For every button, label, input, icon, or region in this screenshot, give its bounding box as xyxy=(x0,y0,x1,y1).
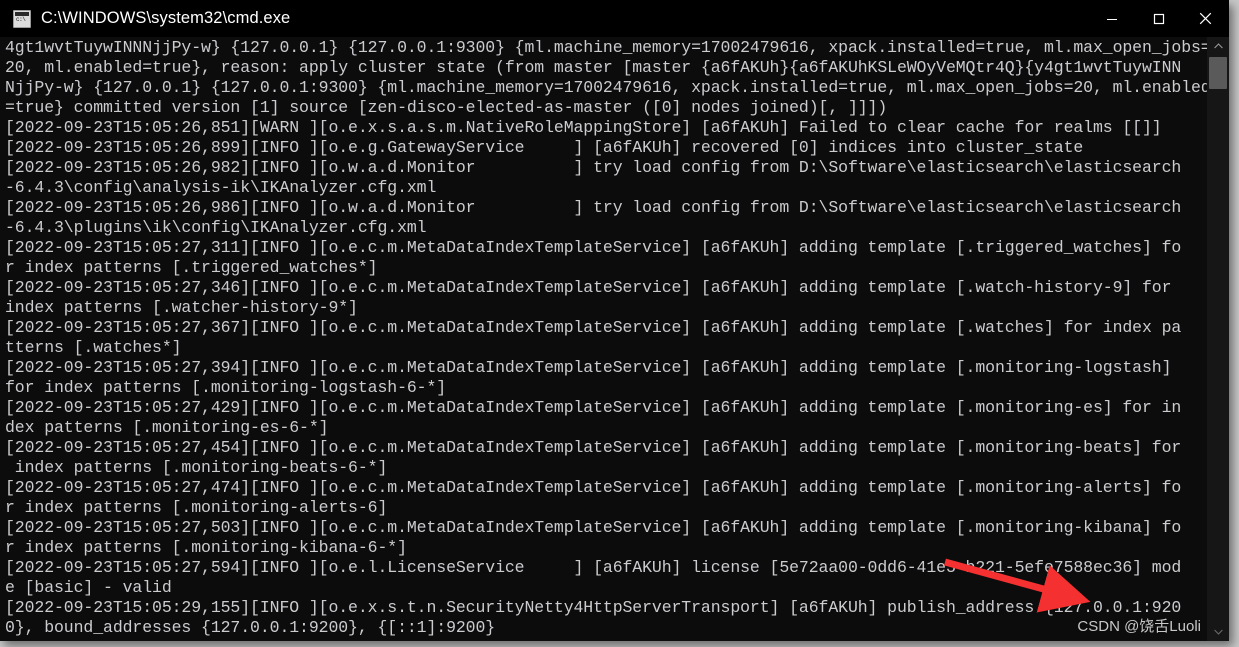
console-line: NjjPy-w} {127.0.0.1} {127.0.0.1:9300} {m… xyxy=(5,78,1211,97)
scroll-down-button[interactable] xyxy=(1207,623,1229,641)
console-line: 4gt1wvtTuywINNNjjPy-w} {127.0.0.1} {127.… xyxy=(5,38,1211,57)
console-line: [2022-09-23T15:05:27,346][INFO ][o.e.c.m… xyxy=(5,278,1172,297)
console-line: 0}, bound_addresses {127.0.0.1:9200}, {[… xyxy=(5,618,496,637)
console-line: 20, ml.enabled=true}, reason: apply clus… xyxy=(5,58,1182,77)
console-line: -6.4.3\plugins\ik\config\IKAnalyzer.cfg.… xyxy=(5,218,427,237)
watermark: CSDN @饶舌Luoli xyxy=(1077,618,1201,635)
scrollbar-thumb[interactable] xyxy=(1209,57,1227,89)
vertical-scrollbar[interactable] xyxy=(1207,37,1229,641)
console-line: tterns [.watches*] xyxy=(5,338,182,357)
console-line: [2022-09-23T15:05:27,503][INFO ][o.e.c.m… xyxy=(5,518,1182,537)
cmd-console-icon xyxy=(13,9,31,28)
console-line: r index patterns [.monitoring-alerts-6] xyxy=(5,498,388,517)
window-controls xyxy=(1088,0,1229,37)
console-line: for index patterns [.monitoring-logstash… xyxy=(5,378,447,397)
console-line: [2022-09-23T15:05:27,429][INFO ][o.e.c.m… xyxy=(5,398,1182,417)
console-line: [2022-09-23T15:05:27,394][INFO ][o.e.c.m… xyxy=(5,358,1172,377)
console-line: [2022-09-23T15:05:27,474][INFO ][o.e.c.m… xyxy=(5,478,1182,497)
console-line: [2022-09-23T15:05:27,311][INFO ][o.e.c.m… xyxy=(5,238,1182,257)
console-line: [2022-09-23T15:05:27,594][INFO ][o.e.l.L… xyxy=(5,558,1182,577)
screen-root: C:\WINDOWS\system32\cmd.exe xyxy=(0,0,1239,647)
close-button[interactable] xyxy=(1182,0,1229,37)
console-line: r index patterns [.triggered_watches*] xyxy=(5,258,378,277)
console-line: r index patterns [.monitoring-kibana-6-*… xyxy=(5,538,407,557)
maximize-button[interactable] xyxy=(1135,0,1182,37)
close-icon xyxy=(1199,12,1212,25)
console-line: [2022-09-23T15:05:26,899][INFO ][o.e.g.G… xyxy=(5,138,1084,157)
chevron-down-icon xyxy=(1213,629,1223,635)
minimize-button[interactable] xyxy=(1088,0,1135,37)
console-line: [2022-09-23T15:05:27,367][INFO ][o.e.c.m… xyxy=(5,318,1182,337)
console-line: index patterns [.monitoring-beats-6-*] xyxy=(5,458,388,477)
title-bar[interactable]: C:\WINDOWS\system32\cmd.exe xyxy=(0,0,1229,37)
console-line: [2022-09-23T15:05:26,982][INFO ][o.w.a.d… xyxy=(5,158,1182,177)
chevron-up-icon xyxy=(1213,43,1223,49)
console-output-area[interactable]: 4gt1wvtTuywINNNjjPy-w} {127.0.0.1} {127.… xyxy=(0,37,1229,641)
window-title: C:\WINDOWS\system32\cmd.exe xyxy=(41,9,291,27)
console-line: -6.4.3\config\analysis-ik\IKAnalyzer.cfg… xyxy=(5,178,437,197)
console-line: dex patterns [.monitoring-es-6-*] xyxy=(5,418,329,437)
scroll-up-button[interactable] xyxy=(1207,37,1229,55)
console-line: e [basic] - valid xyxy=(5,578,172,597)
console-line: [2022-09-23T15:05:29,155][INFO ][o.e.x.s… xyxy=(5,598,1182,617)
minimize-icon xyxy=(1106,18,1117,20)
console-text: 4gt1wvtTuywINNNjjPy-w} {127.0.0.1} {127.… xyxy=(5,38,1211,638)
cmd-window: C:\WINDOWS\system32\cmd.exe xyxy=(0,0,1229,641)
console-line: index patterns [.watcher-history-9*] xyxy=(5,298,358,317)
console-line: =true} committed version [1] source [zen… xyxy=(5,98,888,117)
console-line: [2022-09-23T15:05:27,454][INFO ][o.e.c.m… xyxy=(5,438,1182,457)
maximize-icon xyxy=(1153,13,1164,24)
console-line: [2022-09-23T15:05:26,851][WARN ][o.e.x.s… xyxy=(5,118,1162,137)
console-line: [2022-09-23T15:05:26,986][INFO ][o.w.a.d… xyxy=(5,198,1182,217)
